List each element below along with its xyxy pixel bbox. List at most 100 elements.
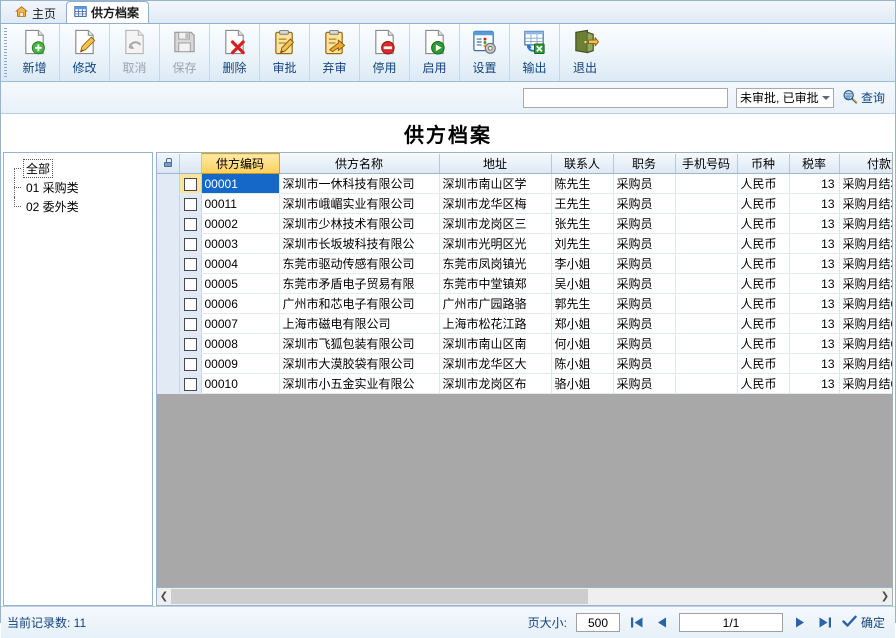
- row-checkbox[interactable]: [179, 353, 202, 374]
- checkbox-icon[interactable]: [183, 377, 197, 391]
- cell-currency: 人民币: [737, 173, 790, 194]
- delete-button[interactable]: 删除: [210, 24, 260, 81]
- row-checkbox[interactable]: [179, 273, 202, 294]
- cell-contact: 郭先生: [551, 293, 614, 314]
- column-header-currency[interactable]: 币种: [737, 153, 790, 174]
- disable-stop-icon: [371, 27, 398, 57]
- settings-button[interactable]: 设置: [460, 24, 510, 81]
- cell-address: 东莞市中堂镇郑: [439, 273, 552, 294]
- table-row[interactable]: 00008深圳市飞狐包装有限公司深圳市南山区南何小姐采购员 人民币13采购月结60…: [157, 333, 892, 354]
- search-input[interactable]: [522, 87, 728, 108]
- row-lock-cell: [157, 273, 180, 294]
- column-header-lock[interactable]: [157, 153, 180, 174]
- scroll-left-icon[interactable]: ❮: [157, 588, 171, 605]
- table-row[interactable]: 00001深圳市一休科技有限公司深圳市南山区学陈先生采购员 人民币13采购月结30…: [157, 173, 892, 194]
- table-header: 供方编码 供方名称 地址 联系人 职务 手机号码 币种 税率 付款方式: [157, 153, 892, 174]
- table-row[interactable]: 00005东莞市矛盾电子贸易有限东莞市中堂镇郑吴小姐采购员 人民币13采购月结30…: [157, 273, 892, 294]
- column-header-label: 付款方式: [866, 156, 892, 171]
- checkbox-icon[interactable]: [183, 197, 197, 211]
- checkbox-icon[interactable]: [183, 357, 197, 371]
- column-header-tax[interactable]: 税率: [789, 153, 840, 174]
- horizontal-scrollbar[interactable]: ❮ ❯: [157, 587, 892, 605]
- tree-node-purchase[interactable]: 01 采购类: [10, 178, 152, 197]
- row-checkbox[interactable]: [179, 373, 202, 394]
- checkbox-icon[interactable]: [183, 217, 197, 231]
- edit-button[interactable]: 修改: [60, 24, 110, 81]
- cell-name: 深圳市小五金实业有限公: [279, 373, 440, 394]
- table-row[interactable]: 00004东莞市驱动传感有限公司东莞市凤岗镇光李小姐采购员 人民币13采购月结30…: [157, 253, 892, 274]
- row-checkbox[interactable]: [179, 233, 202, 254]
- cell-currency: 人民币: [737, 273, 790, 294]
- exit-button[interactable]: 退出: [560, 24, 610, 81]
- tree-elbow-icon: [10, 159, 24, 178]
- cell-title: 采购员: [613, 313, 676, 334]
- cell-mobile: [675, 273, 738, 294]
- scroll-thumb[interactable]: [171, 589, 589, 604]
- cell-contact: 何小姐: [551, 333, 614, 354]
- table-row[interactable]: 00011深圳市峨嵋实业有限公司深圳市龙华区梅王先生采购员 人民币13采购月结30…: [157, 193, 892, 214]
- tab-supplier-archive[interactable]: 供方档案: [66, 1, 150, 23]
- tab-home[interactable]: 主页: [7, 2, 66, 23]
- checkbox-icon[interactable]: [183, 177, 197, 191]
- column-header-code[interactable]: 供方编码: [200, 153, 280, 174]
- scroll-track[interactable]: [171, 588, 878, 605]
- table-row[interactable]: 00007上海市磁电有限公司上海市松花江路郑小姐采购员 人民币13采购月结60天: [157, 313, 892, 334]
- checkbox-icon[interactable]: [183, 337, 197, 351]
- new-button-label: 新增: [22, 61, 47, 75]
- row-checkbox[interactable]: [179, 313, 202, 334]
- tree-node-purchase-label: 01 采购类: [26, 181, 79, 195]
- table-row[interactable]: 00010深圳市小五金实业有限公深圳市龙岗区布骆小姐采购员 人民币13采购月结60…: [157, 373, 892, 394]
- tree-node-outsourcing-label: 02 委外类: [26, 200, 79, 214]
- cell-payment: 采购月结60天: [839, 313, 892, 334]
- lock-icon: [163, 158, 172, 168]
- category-tree-panel: 全部 01 采购类 02 委外类: [3, 152, 153, 606]
- row-checkbox[interactable]: [179, 173, 202, 194]
- column-header-mobile[interactable]: 手机号码: [675, 153, 738, 174]
- cell-tax: 13: [789, 313, 840, 334]
- approval-status-select[interactable]: 未审批, 已审批: [735, 87, 834, 108]
- checkbox-icon[interactable]: [183, 297, 197, 311]
- column-header-title[interactable]: 职务: [613, 153, 676, 174]
- row-checkbox[interactable]: [179, 293, 202, 314]
- unapprove-button[interactable]: 弃审: [310, 24, 360, 81]
- row-checkbox[interactable]: [179, 253, 202, 274]
- row-checkbox[interactable]: [179, 213, 202, 234]
- export-button[interactable]: 输出: [510, 24, 560, 81]
- enable-button[interactable]: 启用: [410, 24, 460, 81]
- row-checkbox[interactable]: [179, 333, 202, 354]
- column-header-chk[interactable]: [179, 153, 202, 174]
- cell-mobile: [675, 313, 738, 334]
- new-button[interactable]: 新增: [10, 24, 60, 81]
- column-header-address[interactable]: 地址: [439, 153, 552, 174]
- save-button[interactable]: 保存: [160, 24, 210, 81]
- table-row[interactable]: 00002深圳市少林技术有限公司深圳市龙岗区三张先生采购员 人民币13采购月结30…: [157, 213, 892, 234]
- query-button[interactable]: 查询: [842, 89, 885, 107]
- checkbox-icon[interactable]: [183, 257, 197, 271]
- cell-currency: 人民币: [737, 353, 790, 374]
- cell-currency: 人民币: [737, 193, 790, 214]
- disable-button[interactable]: 停用: [360, 24, 410, 81]
- column-header-contact[interactable]: 联系人: [551, 153, 614, 174]
- cell-title: 采购员: [613, 273, 676, 294]
- new-document-icon: [21, 27, 48, 57]
- cancel-button[interactable]: 取消: [110, 24, 160, 81]
- checkbox-icon[interactable]: [183, 317, 197, 331]
- approve-button[interactable]: 审批: [260, 24, 310, 81]
- cell-payment: 采购月结30天: [839, 233, 892, 254]
- cancel-button-label: 取消: [122, 61, 147, 75]
- cell-code: 00006: [201, 293, 280, 314]
- tree-node-outsourcing[interactable]: 02 委外类: [10, 197, 152, 216]
- cell-payment: 采购月结60天: [839, 373, 892, 394]
- table-row[interactable]: 00009深圳市大漠胶袋有限公司深圳市龙华区大陈小姐采购员 人民币13采购月结60…: [157, 353, 892, 374]
- toolbar-gripper[interactable]: [4, 28, 7, 77]
- checkbox-icon[interactable]: [183, 277, 197, 291]
- checkbox-icon[interactable]: [183, 237, 197, 251]
- column-header-name[interactable]: 供方名称: [279, 153, 440, 174]
- table-row[interactable]: 00006广州市和芯电子有限公司广州市广园路骆郭先生采购员 人民币13采购月结60…: [157, 293, 892, 314]
- row-checkbox[interactable]: [179, 193, 202, 214]
- column-header-payment[interactable]: 付款方式: [839, 153, 892, 174]
- table-row[interactable]: 00003深圳市长坂坡科技有限公深圳市光明区光刘先生采购员 人民币13采购月结30…: [157, 233, 892, 254]
- scroll-right-icon[interactable]: ❯: [878, 588, 892, 605]
- cell-code: 00010: [201, 373, 280, 394]
- tree-node-all[interactable]: 全部: [10, 159, 152, 178]
